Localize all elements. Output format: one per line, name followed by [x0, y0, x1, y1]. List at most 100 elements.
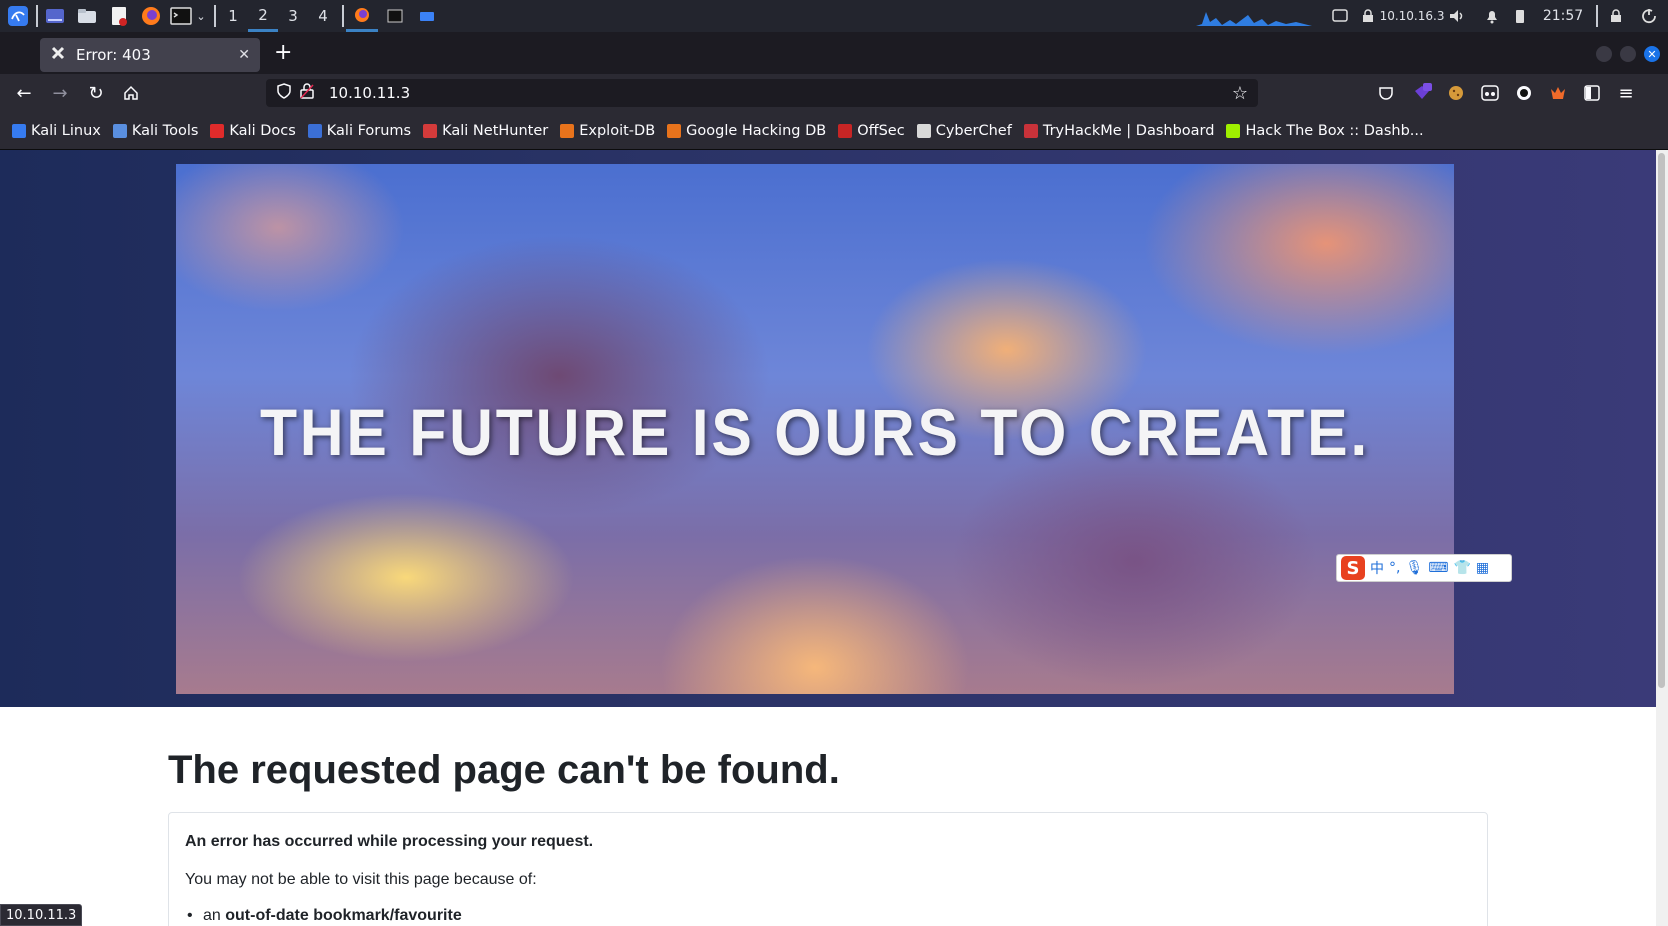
kali-menu-icon[interactable] [4, 0, 32, 32]
workspace-label: 4 [318, 7, 328, 25]
workspace-3[interactable]: 3 [278, 0, 308, 32]
url-text: 10.10.11.3 [329, 84, 411, 102]
bookmark-label: Kali Linux [31, 122, 101, 139]
file-manager-icon[interactable] [76, 0, 98, 32]
notification-bell-icon[interactable] [1482, 0, 1502, 32]
forward-button[interactable]: → [48, 81, 72, 105]
cookie-extension-icon[interactable] [1444, 81, 1468, 105]
punctuation-icon[interactable]: °, [1389, 560, 1400, 576]
bookmark-label: CyberChef [935, 122, 1012, 139]
power-icon[interactable] [1638, 0, 1660, 32]
extension-purple-icon[interactable] [1410, 81, 1434, 105]
ghdb-icon [667, 123, 682, 138]
minimize-button[interactable] [1596, 46, 1612, 62]
hackthebox-icon [1226, 123, 1241, 138]
ime-mode[interactable]: 中 [1370, 558, 1384, 578]
list-item-strong: out-of-date bookmark/favourite [225, 907, 462, 924]
microphone-icon[interactable]: 🎙 [1405, 560, 1423, 576]
nethunter-icon [423, 123, 438, 138]
pocket-icon[interactable] [1374, 81, 1398, 105]
workspace-label: 3 [288, 7, 298, 25]
kali-forums-icon [307, 123, 322, 138]
foxyproxy-icon[interactable] [1546, 81, 1570, 105]
tab-title: Error: 403 [76, 46, 151, 64]
insecure-lock-icon[interactable] [300, 83, 314, 103]
extension-box-icon[interactable] [1478, 81, 1502, 105]
link-status-tooltip: 10.10.11.3 [0, 904, 83, 926]
page-title: The requested page can't be found. [168, 748, 840, 792]
volume-icon[interactable] [1446, 0, 1468, 32]
workspace-label: 2 [258, 5, 268, 24]
tryhackme-icon [1023, 123, 1038, 138]
display-icon[interactable] [1330, 0, 1350, 32]
exploit-db-icon [560, 123, 575, 138]
extension-circle-icon[interactable] [1512, 81, 1536, 105]
bookmarks-toolbar: Kali Linux Kali Tools Kali Docs Kali For… [0, 112, 1668, 150]
workspace-label: 1 [228, 7, 238, 25]
workspace-2[interactable]: 2 [248, 0, 278, 32]
hero-sky-image: THE FUTURE IS OURS TO CREATE. [176, 164, 1454, 694]
new-tab-button[interactable]: + [274, 40, 292, 65]
tab-strip: Error: 403 ✕ + ✕ [0, 32, 1668, 74]
reload-button[interactable]: ↻ [84, 81, 108, 105]
bookmark-star-icon[interactable]: ☆ [1232, 83, 1248, 104]
url-bar[interactable]: 10.10.11.3 ☆ [266, 79, 1258, 107]
bookmark-kali-linux[interactable]: Kali Linux [12, 123, 101, 139]
bookmark-kali-nethunter[interactable]: Kali NetHunter [423, 123, 548, 139]
lock-screen-icon[interactable] [1606, 0, 1626, 32]
terminal-launcher-icon[interactable]: ⌄ [168, 0, 208, 32]
close-icon[interactable]: ✕ [238, 47, 250, 63]
workspace-1[interactable]: 1 [218, 0, 248, 32]
sogou-logo-icon[interactable]: S [1341, 556, 1365, 580]
ime-toolbar[interactable]: S 中 °, 🎙 ⌨ 👕 ▦ [1336, 554, 1512, 582]
list-item-prefix: an [203, 907, 226, 924]
keyboard-icon[interactable]: ⌨ [1428, 560, 1448, 576]
bookmark-label: TryHackMe | Dashboard [1042, 122, 1215, 139]
joomla-favicon-icon [50, 45, 66, 65]
bookmark-kali-docs[interactable]: Kali Docs [210, 123, 296, 139]
window-close-button[interactable]: ✕ [1644, 46, 1660, 62]
cyberchef-icon [916, 123, 931, 138]
bookmark-cyberchef[interactable]: CyberChef [916, 122, 1012, 139]
desktop-panel: ⌄ 1 2 3 4 10.10.16.3 21:57 [0, 0, 1668, 32]
bookmark-label: OffSec [857, 122, 905, 139]
vpn-ip: 10.10.16.3 [1379, 9, 1445, 23]
bookmark-hack-the-box[interactable]: Hack The Box :: Dashb... [1226, 122, 1424, 139]
bookmark-kali-tools[interactable]: Kali Tools [112, 123, 198, 139]
hero-banner: THE FUTURE IS OURS TO CREATE. [0, 150, 1656, 707]
hamburger-menu-icon[interactable]: ≡ [1614, 81, 1638, 105]
show-desktop-icon[interactable] [44, 0, 66, 32]
firefox-launcher-icon[interactable] [140, 0, 162, 32]
network-graph-icon [1196, 0, 1312, 32]
bookmark-label: Kali Forums [326, 122, 412, 139]
tab-active[interactable]: Error: 403 ✕ [40, 38, 260, 72]
clock[interactable]: 21:57 [1540, 0, 1586, 32]
bookmark-label: Kali NetHunter [442, 122, 549, 139]
taskbar-firefox-window[interactable] [346, 0, 378, 32]
taskbar-folder-window[interactable] [412, 0, 442, 32]
battery-icon [1512, 0, 1528, 32]
skin-shirt-icon[interactable]: 👕 [1453, 560, 1470, 576]
navigation-toolbar: ← → ↻ 10.10.11.3 ☆ ≡ [0, 74, 1668, 112]
maximize-button[interactable] [1620, 46, 1636, 62]
bookmark-offsec[interactable]: OffSec [838, 123, 905, 139]
bookmark-tryhackme[interactable]: TryHackMe | Dashboard [1023, 122, 1215, 139]
taskbar-terminal-window[interactable] [380, 0, 410, 32]
page-viewport: THE FUTURE IS OURS TO CREATE. S 中 °, 🎙 ⌨… [0, 150, 1668, 926]
bookmark-label: Exploit-DB [579, 122, 656, 139]
kali-docs-icon [210, 123, 225, 138]
back-button[interactable]: ← [12, 81, 36, 105]
bookmark-exploit-db[interactable]: Exploit-DB [560, 123, 655, 139]
text-editor-icon[interactable] [108, 0, 130, 32]
toolbox-grid-icon[interactable]: ▦ [1476, 560, 1489, 576]
chevron-down-icon[interactable]: ⌄ [196, 10, 205, 23]
scrollbar-thumb[interactable] [1658, 153, 1665, 688]
bookmark-google-hacking-db[interactable]: Google Hacking DB [667, 123, 826, 139]
tracking-shield-icon[interactable] [276, 83, 292, 103]
bookmark-label: Hack The Box :: Dashb... [1245, 122, 1424, 139]
workspace-4[interactable]: 4 [308, 0, 338, 32]
bookmark-kali-forums[interactable]: Kali Forums [307, 122, 412, 139]
home-button[interactable] [119, 81, 143, 105]
list-item: an out-of-date bookmark/favourite [187, 907, 462, 925]
sidebar-icon[interactable] [1580, 81, 1604, 105]
